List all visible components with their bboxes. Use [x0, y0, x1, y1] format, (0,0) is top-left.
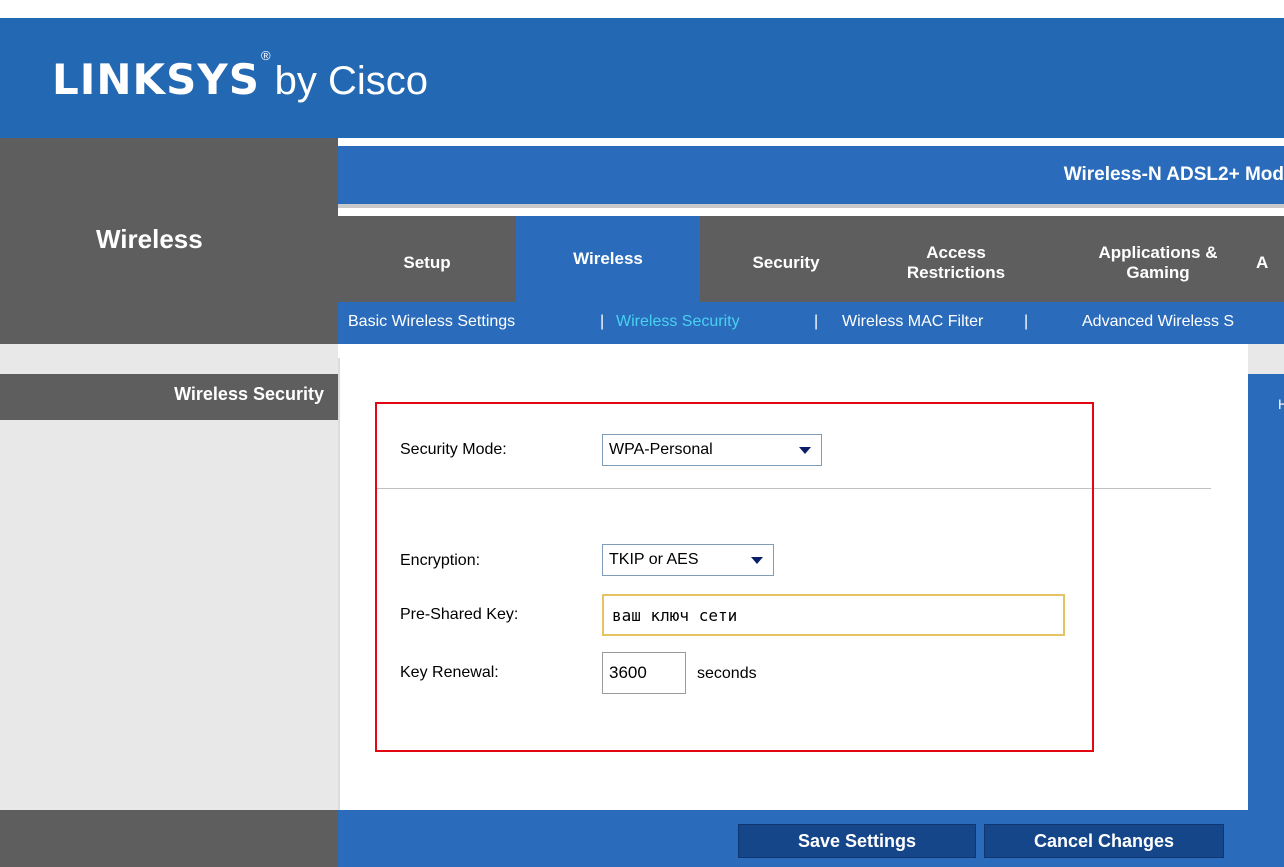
subnav-separator: | — [814, 313, 819, 330]
tab-setup[interactable]: Setup — [338, 220, 516, 306]
linksys-logo: LINKSYS ® by Cisco — [52, 34, 428, 104]
subnav-basic-wireless-settings[interactable]: Basic Wireless Settings — [348, 313, 515, 331]
registered-mark: ® — [261, 48, 271, 63]
help-label: H — [1278, 396, 1284, 412]
footer-left-panel — [0, 810, 338, 867]
tab-access-restrictions[interactable]: Access Restrictions — [872, 220, 1040, 306]
section-title: Wireless — [96, 224, 203, 254]
logo-suffix: by Cisco — [274, 59, 428, 103]
subnav-separator: | — [1024, 313, 1029, 330]
subnav-wireless-mac-filter[interactable]: Wireless MAC Filter — [842, 313, 983, 331]
highlight-box — [375, 402, 1094, 752]
tab-wireless[interactable]: Wireless — [516, 216, 700, 302]
sub-navigation: Basic Wireless Settings | Wireless Secur… — [338, 302, 1284, 344]
sidebar-label: Wireless Security — [174, 384, 324, 404]
subnav-wireless-security[interactable]: Wireless Security — [616, 313, 740, 331]
tab-administration[interactable]: A — [1248, 220, 1284, 306]
cancel-changes-button[interactable]: Cancel Changes — [984, 824, 1224, 858]
save-settings-button[interactable]: Save Settings — [738, 824, 976, 858]
top-strip — [0, 0, 1284, 18]
tab-applications-gaming[interactable]: Applications & Gaming — [1068, 220, 1248, 306]
main-tab-bar: Setup Wireless Security Access Restricti… — [338, 216, 1284, 302]
subnav-advanced-wireless-settings[interactable]: Advanced Wireless S — [1082, 313, 1234, 331]
model-title: Wireless-N ADSL2+ Mod — [1063, 164, 1284, 185]
help-panel-top — [1248, 344, 1284, 374]
help-panel — [1248, 374, 1284, 810]
tab-security[interactable]: Security — [700, 220, 872, 306]
logo-wordmark: LINKSYS — [52, 55, 260, 104]
subnav-separator: | — [600, 313, 605, 330]
model-bar: Wireless-N ADSL2+ Mod — [338, 146, 1284, 208]
